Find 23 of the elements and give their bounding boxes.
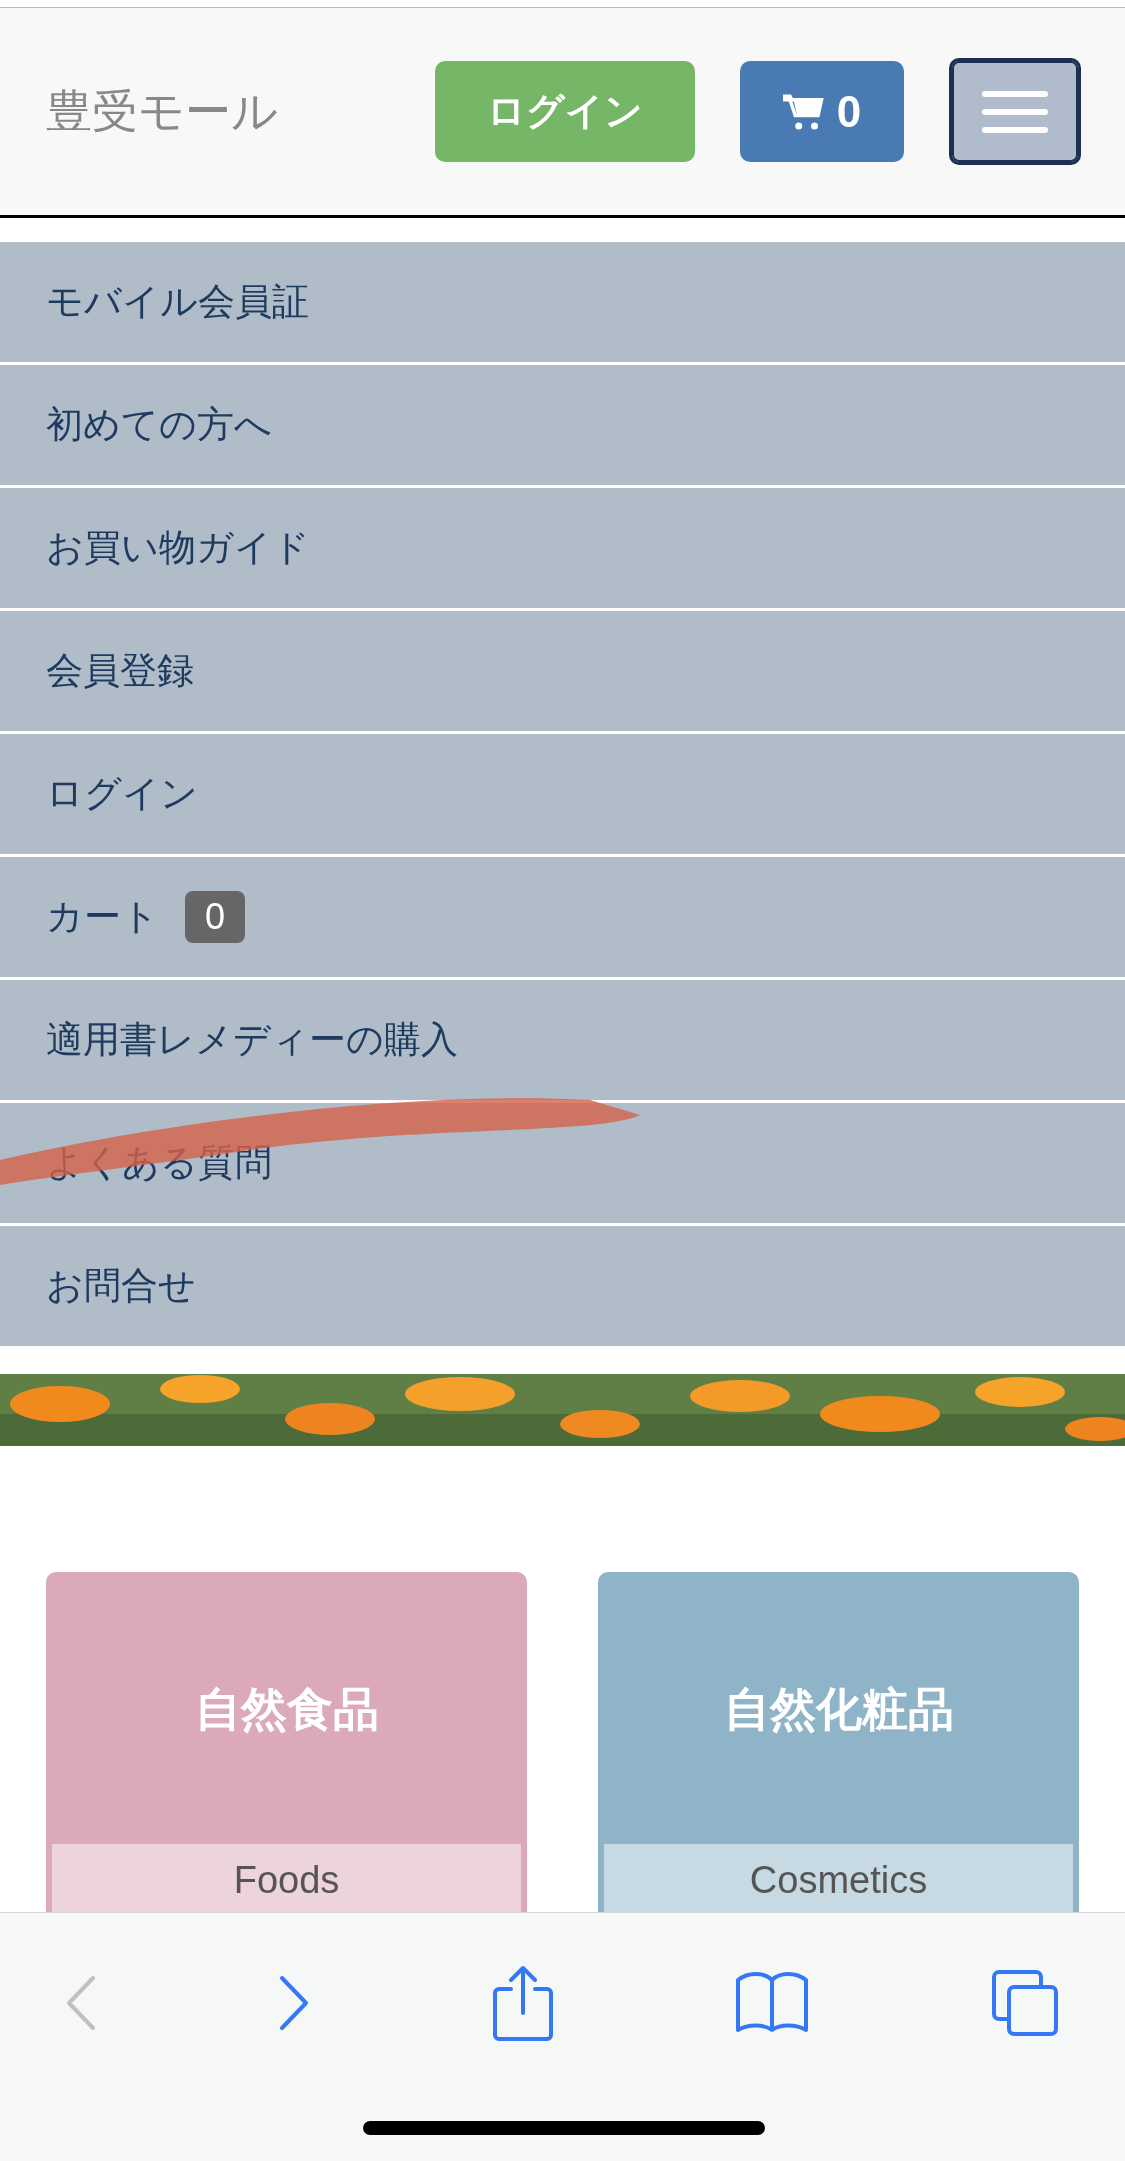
menu-item[interactable]: 初めての方へ — [0, 365, 1125, 485]
bookmarks-icon[interactable] — [735, 1972, 808, 2034]
menu-item[interactable]: カート 0 — [0, 857, 1125, 977]
menu-item-label: カート — [46, 895, 159, 940]
category-subtitle: Foods — [52, 1844, 521, 1912]
tabs-icon[interactable] — [991, 1969, 1059, 2037]
menu-item[interactable]: ログイン — [0, 734, 1125, 854]
count-badge: 0 — [185, 891, 246, 943]
menu-item[interactable]: 会員登録 — [0, 611, 1125, 731]
menu-button[interactable] — [949, 58, 1081, 165]
category-title: 自然化粧品 — [722, 1681, 955, 1737]
category-subtitle: Cosmetics — [604, 1844, 1073, 1912]
site-logo[interactable]: 豊受モール — [46, 77, 278, 146]
menu-item[interactable]: お問合せ — [0, 1226, 1125, 1346]
forward-icon[interactable] — [279, 1975, 310, 2031]
share-icon[interactable] — [492, 1965, 553, 2041]
cart-button[interactable]: 0 — [740, 61, 904, 162]
menu-item[interactable]: モバイル会員証 — [0, 242, 1125, 362]
category-card[interactable]: 自然化粧品 Cosmetics — [598, 1572, 1079, 1912]
category-card[interactable]: 自然食品 Foods — [46, 1572, 527, 1912]
category-title: 自然食品 — [193, 1681, 380, 1737]
menu-item[interactable]: お買い物ガイド — [0, 488, 1125, 608]
menu-item[interactable]: 適用書レメディーの購入 — [0, 980, 1125, 1100]
